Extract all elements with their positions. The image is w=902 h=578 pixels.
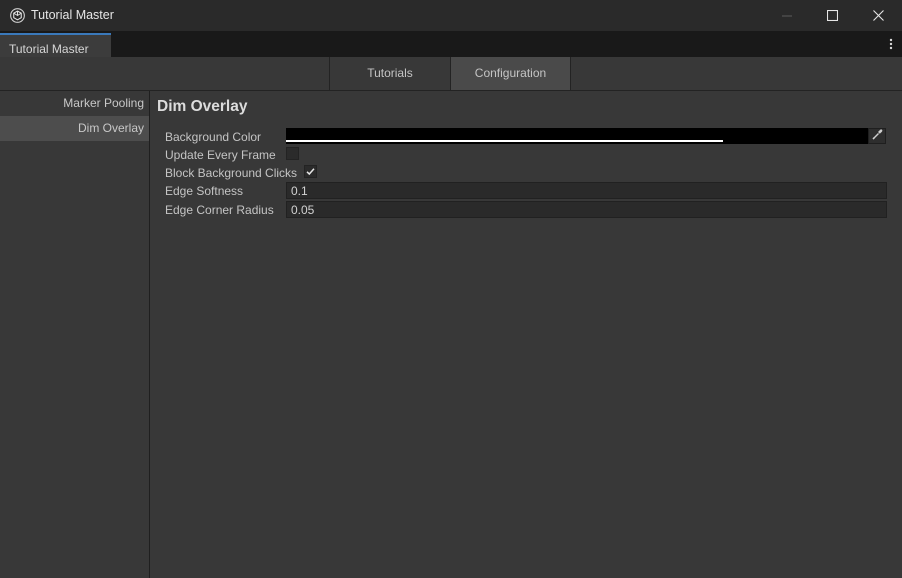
edge-corner-radius-label: Edge Corner Radius (165, 203, 274, 217)
block-background-clicks-label: Block Background Clicks (165, 166, 298, 180)
update-every-frame-label: Update Every Frame (165, 148, 276, 162)
block-background-clicks-checkbox[interactable] (304, 165, 317, 178)
background-color-row: Background Color (165, 128, 887, 146)
editor-tab[interactable]: Tutorial Master (0, 33, 111, 57)
minimize-icon (782, 15, 792, 17)
background-color-label: Background Color (165, 130, 262, 144)
close-button[interactable] (855, 0, 901, 31)
sidebar-item-dim-overlay[interactable]: Dim Overlay (0, 116, 149, 141)
settings-panel: Dim Overlay Background Color Update Ever… (151, 91, 902, 578)
color-alpha-bar (286, 140, 723, 142)
update-every-frame-row: Update Every Frame (165, 146, 887, 164)
title-bar: Tutorial Master (0, 0, 902, 31)
edge-softness-input[interactable]: 0.1 (286, 182, 887, 199)
edge-softness-label: Edge Softness (165, 184, 244, 198)
edge-corner-radius-input[interactable]: 0.05 (286, 201, 887, 218)
tab-tutorials[interactable]: Tutorials (329, 57, 450, 90)
close-icon (872, 10, 884, 21)
editor-tab-strip: Tutorial Master (0, 31, 902, 57)
block-background-clicks-row: Block Background Clicks (165, 164, 887, 182)
edge-corner-radius-row: Edge Corner Radius 0.05 (165, 201, 887, 219)
eyedropper-icon (871, 129, 883, 143)
tab-configuration[interactable]: Configuration (450, 57, 571, 90)
checkmark-icon (306, 168, 315, 176)
sidebar: Marker Pooling Dim Overlay (0, 91, 150, 578)
more-options-icon[interactable] (889, 38, 893, 50)
section-tabs: Tutorials Configuration (0, 57, 902, 91)
maximize-icon (826, 10, 838, 21)
window-title: Tutorial Master (31, 8, 114, 22)
eyedropper-button[interactable] (868, 128, 886, 144)
minimize-button[interactable] (764, 0, 810, 31)
unity-cube-icon (10, 8, 25, 23)
sidebar-item-marker-pooling[interactable]: Marker Pooling (0, 91, 149, 116)
maximize-button[interactable] (809, 0, 855, 31)
edge-softness-row: Edge Softness 0.1 (165, 182, 887, 200)
section-title: Dim Overlay (157, 98, 248, 115)
update-every-frame-checkbox[interactable] (286, 147, 299, 160)
